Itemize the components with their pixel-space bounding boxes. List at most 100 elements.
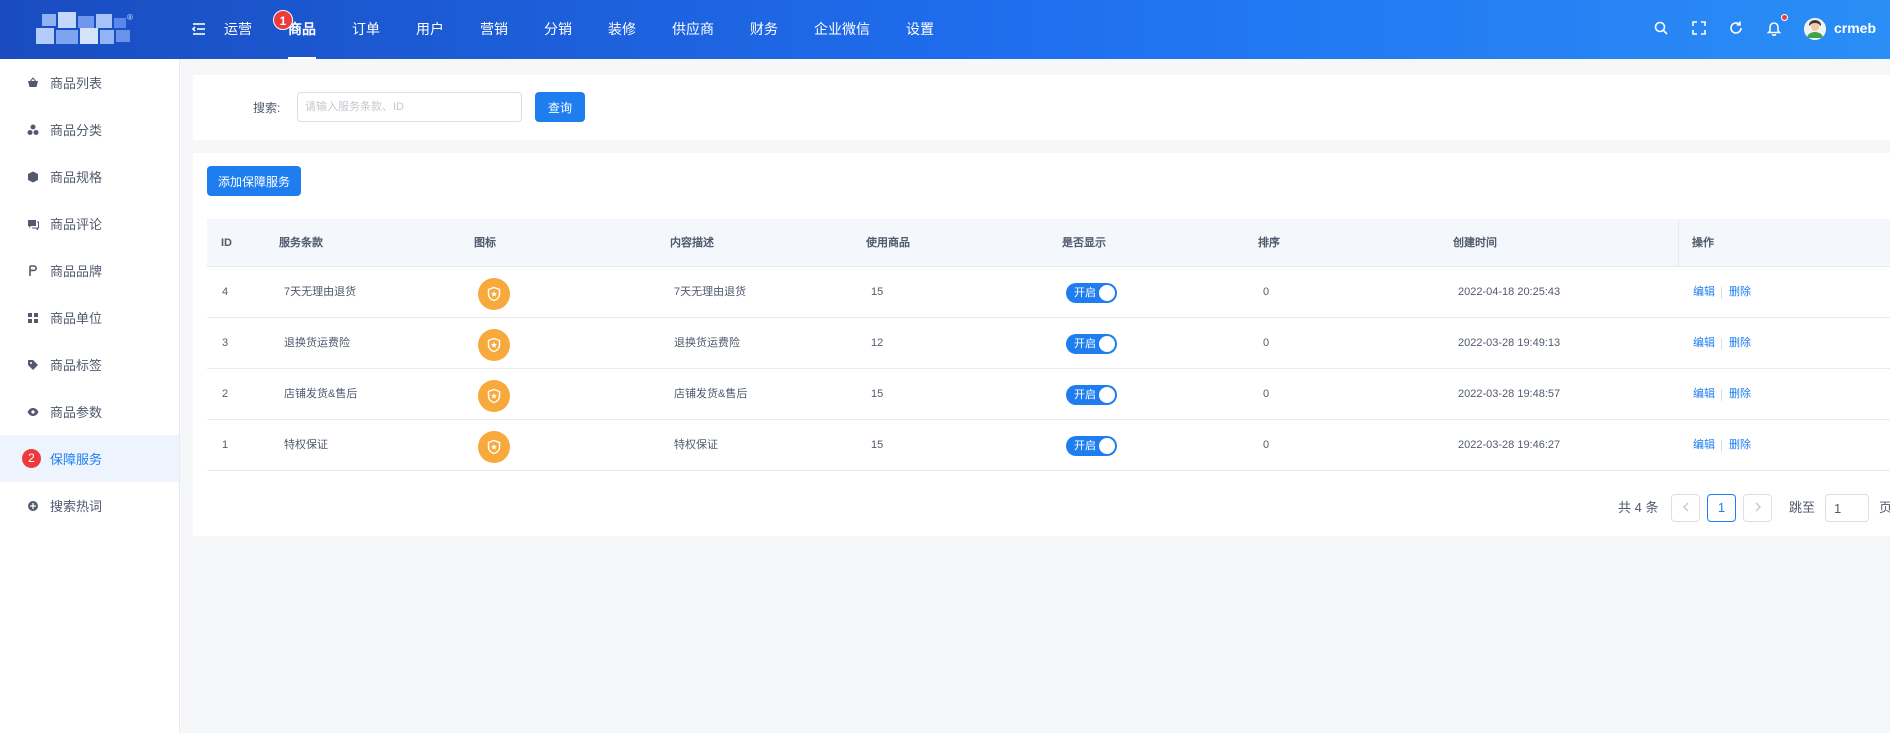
sidebar-item-label: 商品分类	[50, 123, 103, 138]
page-number-button[interactable]: 1	[1707, 494, 1736, 522]
cell-description: 店铺发货&售后	[674, 388, 748, 400]
column-header: 创建时间	[1453, 237, 1497, 249]
display-toggle[interactable]: 开启	[1066, 436, 1117, 456]
query-button[interactable]: 查询	[535, 92, 585, 122]
sidebar-item-guarantee-service[interactable]: 2 保障服务	[0, 435, 179, 482]
sidebar-item-hot-search[interactable]: 搜索热词	[0, 482, 179, 529]
display-toggle[interactable]: 开启	[1066, 385, 1117, 405]
nav-label: 财务	[750, 21, 778, 37]
column-header: 图标	[474, 237, 496, 249]
brand-icon	[26, 264, 40, 278]
search-input[interactable]	[297, 92, 522, 122]
sidebar-item-product-brand[interactable]: 商品品牌	[0, 247, 179, 294]
table-row: 4 7天无理由退货 7天无理由退货 15 开启 0 2022-04-18 20:…	[207, 267, 1890, 318]
sidebar-item-product-tag[interactable]: 商品标签	[0, 341, 179, 388]
column-header: 操作	[1692, 237, 1714, 249]
display-toggle[interactable]: 开启	[1066, 334, 1117, 354]
cell-sort: 0	[1263, 337, 1270, 349]
edit-link[interactable]: 编辑	[1693, 420, 1715, 471]
nav-item-decoration[interactable]: 装修	[597, 0, 647, 59]
fullscreen-icon[interactable]	[1691, 20, 1707, 36]
cube-icon	[26, 170, 40, 184]
toggle-label: 开启	[1074, 287, 1096, 299]
sidebar-item-label: 商品单位	[50, 311, 103, 326]
search-label: 搜索:	[253, 101, 281, 115]
username[interactable]: crmeb	[1834, 20, 1876, 36]
basket-icon	[26, 76, 40, 90]
link-divider	[1721, 338, 1722, 350]
nav-item-settings[interactable]: 设置	[895, 0, 945, 59]
jump-page-input[interactable]	[1825, 494, 1869, 522]
pagination: 共 4 条 1 跳至 页	[193, 494, 1890, 522]
cell-sort: 0	[1263, 439, 1270, 451]
column-header: 服务条款	[279, 237, 323, 249]
avatar[interactable]	[1804, 18, 1826, 40]
table-header: ID 服务条款 图标 内容描述 使用商品 是否显示 排序 创建时间 操作	[207, 219, 1890, 267]
nav-item-marketing[interactable]: 营销	[469, 0, 519, 59]
top-nav: 运营 1 商品 订单 用户 营销 分销 装修 供应商 财务 企业微信 设置	[213, 0, 959, 59]
delete-link[interactable]: 删除	[1729, 420, 1751, 471]
top-header: ® 运营 1 商品 订单 用户 营销 分销 装修 供应商 财务 企业微信 设置 …	[0, 0, 1890, 59]
sidebar-item-label: 商品品牌	[50, 264, 103, 279]
fixed-column-divider	[1678, 219, 1679, 267]
cell-created-time: 2022-03-28 19:49:13	[1458, 337, 1561, 349]
edit-link[interactable]: 编辑	[1693, 369, 1715, 420]
cell-created-time: 2022-04-18 20:25:43	[1458, 286, 1561, 298]
prev-page-button[interactable]	[1671, 494, 1700, 522]
tag-icon	[26, 358, 40, 372]
cell-sort: 0	[1263, 388, 1270, 400]
edit-link[interactable]: 编辑	[1693, 267, 1715, 318]
cell-id: 2	[222, 388, 229, 400]
nav-item-wecom[interactable]: 企业微信	[803, 0, 881, 59]
refresh-icon[interactable]	[1728, 20, 1744, 36]
cell-product-count: 12	[871, 337, 884, 349]
sidebar-item-product-list[interactable]: 商品列表	[0, 59, 179, 106]
cell-description: 特权保证	[674, 439, 718, 451]
add-guarantee-button[interactable]: 添加保障服务	[207, 166, 301, 196]
sidebar-item-label: 保障服务	[50, 452, 103, 467]
registered-mark: ®	[127, 13, 133, 22]
next-page-button[interactable]	[1743, 494, 1772, 522]
search-icon[interactable]	[1653, 20, 1669, 36]
logo[interactable]: ®	[36, 10, 136, 50]
toggle-label: 开启	[1074, 440, 1096, 452]
cell-product-count: 15	[871, 286, 884, 298]
delete-link[interactable]: 删除	[1729, 267, 1751, 318]
nav-item-distribution[interactable]: 分销	[533, 0, 583, 59]
column-header: ID	[221, 237, 232, 249]
nav-label: 订单	[352, 21, 380, 37]
link-divider	[1721, 440, 1722, 452]
display-toggle[interactable]: 开启	[1066, 283, 1117, 303]
nav-label: 企业微信	[814, 21, 870, 37]
category-icon	[26, 123, 40, 137]
cell-product-count: 15	[871, 388, 884, 400]
column-header: 内容描述	[670, 237, 714, 249]
nav-item-order[interactable]: 订单	[341, 0, 391, 59]
link-divider	[1721, 287, 1722, 299]
sidebar-item-product-spec[interactable]: 商品规格	[0, 153, 179, 200]
nav-label: 供应商	[672, 21, 714, 37]
fold-menu-icon[interactable]	[191, 21, 207, 37]
sidebar-item-product-comment[interactable]: 商品评论	[0, 200, 179, 247]
nav-label: 装修	[608, 21, 636, 37]
nav-item-finance[interactable]: 财务	[739, 0, 789, 59]
search-panel: 搜索: 查询	[193, 75, 1890, 140]
nav-item-supplier[interactable]: 供应商	[661, 0, 725, 59]
cell-description: 退换货运费险	[674, 337, 740, 349]
delete-link[interactable]: 删除	[1729, 318, 1751, 369]
bell-icon[interactable]	[1766, 20, 1782, 37]
cell-id: 3	[222, 337, 229, 349]
nav-item-operation[interactable]: 运营	[213, 0, 263, 59]
toggle-knob	[1099, 285, 1115, 301]
nav-item-product[interactable]: 1 商品	[273, 0, 327, 59]
nav-item-user[interactable]: 用户	[405, 0, 455, 59]
shield-star-icon	[478, 380, 510, 412]
sidebar-item-label: 商品标签	[50, 358, 103, 373]
sidebar-item-product-category[interactable]: 商品分类	[0, 106, 179, 153]
sidebar-item-product-param[interactable]: 商品参数	[0, 388, 179, 435]
jump-label: 跳至	[1789, 500, 1816, 515]
sidebar-item-product-unit[interactable]: 商品单位	[0, 294, 179, 341]
edit-link[interactable]: 编辑	[1693, 318, 1715, 369]
cell-description: 7天无理由退货	[674, 286, 747, 298]
delete-link[interactable]: 删除	[1729, 369, 1751, 420]
